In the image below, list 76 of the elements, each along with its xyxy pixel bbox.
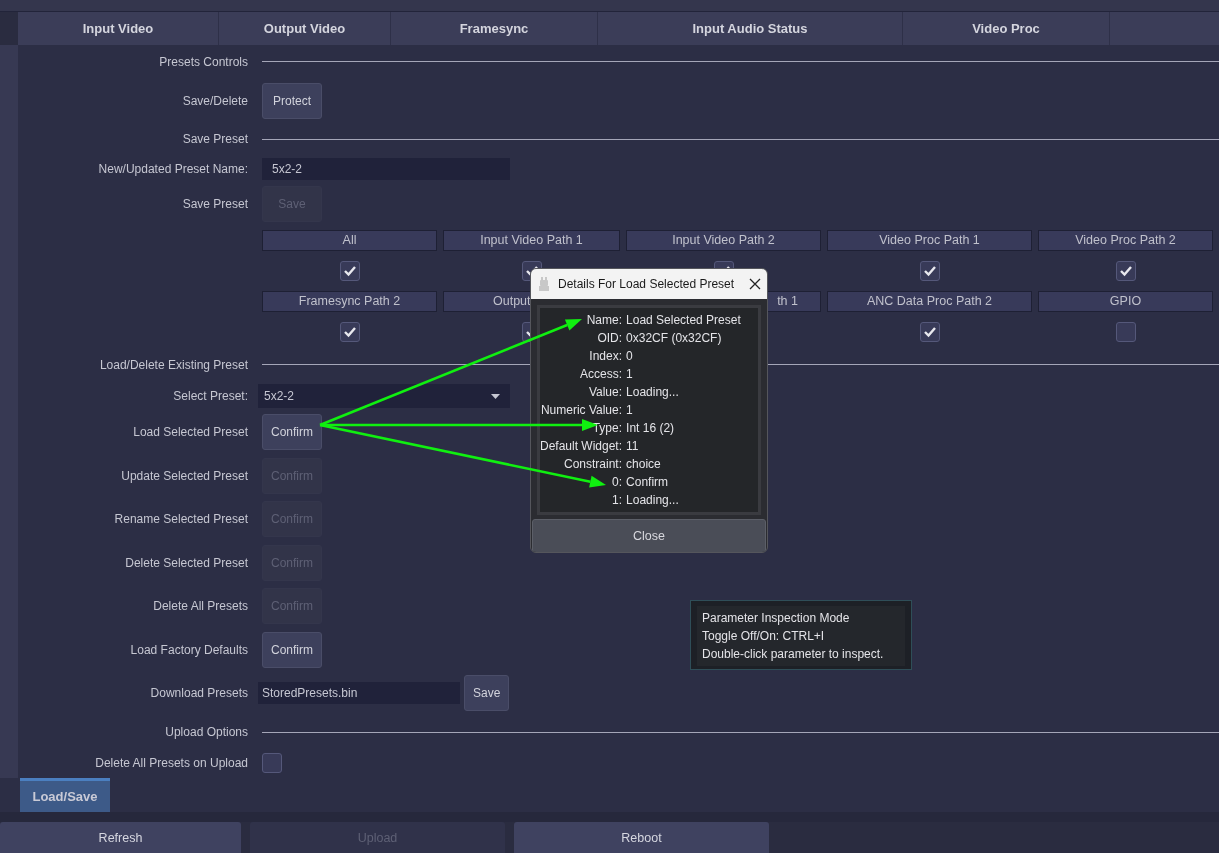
property-value: Loading... — [626, 493, 680, 507]
action-button[interactable]: Reboot — [514, 822, 769, 853]
section-heading: Save Preset — [181, 132, 249, 147]
tab[interactable]: Load/Save — [20, 778, 110, 812]
column-label: Framesync Path 2 — [262, 290, 437, 312]
property-name: Type: — [591, 421, 623, 435]
property-name: Default Widget: — [540, 439, 623, 453]
field-label: Load Selected Preset — [132, 425, 249, 440]
column-label: Video Proc Path 1 — [827, 229, 1032, 251]
close-button[interactable]: Close — [532, 519, 766, 552]
action-button[interactable]: Refresh — [0, 822, 241, 853]
tooltip-line: Parameter Inspection Mode — [702, 610, 851, 627]
field-label: Save/Delete — [181, 93, 249, 108]
section-heading: Upload Options — [164, 725, 249, 740]
tooltip-line: Toggle Off/On: CTRL+I — [702, 628, 826, 645]
property-value: 1 — [626, 403, 634, 417]
checkbox[interactable] — [1115, 260, 1136, 281]
column-label: GPIO — [1038, 290, 1213, 312]
field-label: Delete Selected Preset — [124, 555, 249, 570]
column-label: Input Video Path 1 — [443, 229, 620, 251]
column-label: Input Video Path 2 — [626, 229, 821, 251]
checkbox[interactable] — [339, 260, 360, 281]
checkbox[interactable] — [1115, 321, 1136, 342]
property-name: Constraint: — [563, 457, 623, 471]
input-field[interactable]: StoredPresets.bin — [258, 682, 460, 705]
check-icon — [922, 325, 937, 338]
dropdown[interactable]: 5x2-2 — [258, 384, 510, 409]
save-button[interactable]: Save — [464, 675, 510, 712]
checkbox[interactable] — [919, 321, 940, 342]
property-name: OID: — [596, 331, 623, 345]
field-label: Download Presets — [149, 686, 249, 701]
input-field[interactable]: 5x2-2 — [262, 158, 510, 181]
property-value: 1 — [626, 367, 634, 381]
property-name: Access: — [579, 367, 623, 381]
field-label: Rename Selected Preset — [113, 512, 249, 527]
checkbox[interactable] — [919, 260, 940, 281]
check-icon — [922, 264, 937, 277]
field-label: New/Updated Preset Name: — [97, 162, 249, 177]
field-label: Save Preset — [181, 197, 249, 212]
close-icon[interactable] — [749, 278, 761, 290]
property-name: 0: — [611, 475, 623, 489]
field-label: Select Preset: — [172, 389, 249, 404]
column-label: ANC Data Proc Path 2 — [827, 290, 1032, 312]
property-name: Index: — [588, 349, 623, 363]
field-label: Update Selected Preset — [120, 468, 249, 483]
field-label: Delete All Presets on Upload — [94, 756, 249, 771]
section-heading: Load/Delete Existing Preset — [98, 357, 249, 372]
column-label: Video Proc Path 2 — [1038, 229, 1213, 251]
field-label: Delete All Presets — [152, 599, 249, 614]
robot-icon — [537, 277, 551, 291]
caret-icon — [491, 393, 500, 399]
property-value: Int 16 (2) — [626, 421, 676, 435]
dialog-title: Details For Load Selected Preset — [558, 277, 736, 291]
action-button[interactable]: Confirm — [262, 414, 322, 451]
property-value: Loading... — [626, 385, 680, 399]
section-heading: Presets Controls — [158, 54, 249, 69]
action-button[interactable]: Protect — [262, 82, 322, 119]
property-name: Numeric Value: — [540, 403, 623, 417]
property-value: choice — [626, 457, 662, 471]
check-icon — [342, 264, 357, 277]
property-name: 1: — [611, 493, 623, 507]
property-name: Name: — [585, 313, 623, 327]
checkbox[interactable] — [339, 321, 360, 342]
property-value: 0 — [626, 349, 634, 363]
field-label: Load Factory Defaults — [129, 642, 249, 657]
column-label: All — [262, 229, 437, 251]
tooltip-line: Double-click parameter to inspect. — [702, 646, 885, 663]
property-value: 0x32CF (0x32CF) — [626, 331, 723, 345]
property-value: 11 — [626, 439, 640, 453]
action-button[interactable]: Confirm — [262, 631, 322, 668]
check-icon — [1118, 264, 1133, 277]
property-value: Confirm — [626, 475, 670, 489]
property-name: Value: — [587, 385, 623, 399]
checkbox[interactable] — [262, 753, 282, 774]
check-icon — [342, 325, 357, 338]
property-value: Load Selected Preset — [626, 313, 742, 327]
